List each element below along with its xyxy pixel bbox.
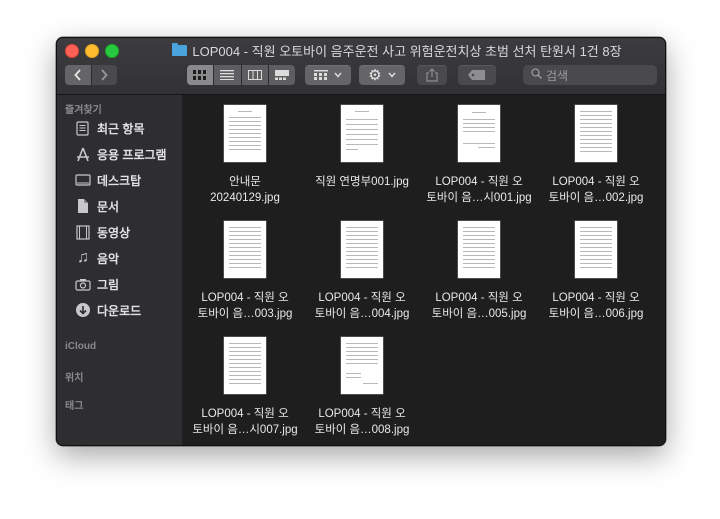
folder-icon xyxy=(172,42,188,56)
chevron-right-icon xyxy=(101,69,108,81)
apps-icon xyxy=(75,146,91,162)
view-mode-switcher xyxy=(187,65,295,85)
sidebar-item-downloads[interactable]: 다운로드 xyxy=(75,300,141,320)
column-view-button[interactable] xyxy=(241,65,269,85)
action-menu-button[interactable]: ⚙ xyxy=(359,65,405,85)
file-item[interactable]: 안내문 20240129.jpg xyxy=(187,105,303,206)
grid-icon xyxy=(193,70,207,80)
search-icon xyxy=(531,68,542,82)
chevron-down-icon xyxy=(388,72,396,78)
finder-window: LOP004 - 직원 오토바이 음주운전 사고 위험운전치상 초범 선처 탄원… xyxy=(56,37,666,446)
file-item[interactable]: LOP004 - 직원 오 토바이 음…008.jpg xyxy=(304,337,420,438)
sidebar-item-label: 데스크탑 xyxy=(97,173,142,188)
group-by-button[interactable] xyxy=(305,65,351,85)
search-placeholder: 검색 xyxy=(546,68,569,83)
columns-icon xyxy=(247,70,262,80)
file-item[interactable]: LOP004 - 직원 오 토바이 음…003.jpg xyxy=(187,221,303,322)
sidebar-item-label: 그림 xyxy=(97,277,120,292)
chevron-left-icon xyxy=(74,69,81,81)
file-name: LOP004 - 직원 오 토바이 음…005.jpg xyxy=(431,292,527,320)
close-button[interactable] xyxy=(65,44,79,58)
minimize-button[interactable] xyxy=(85,44,99,58)
icon-view-button[interactable] xyxy=(187,65,215,85)
tag-icon xyxy=(468,70,485,80)
file-name: LOP004 - 직원 오 토바이 음…006.jpg xyxy=(548,292,644,320)
tags-header[interactable]: 태그 xyxy=(65,397,83,412)
file-thumbnail xyxy=(341,337,383,394)
download-icon xyxy=(75,302,91,318)
list-view-button[interactable] xyxy=(214,65,242,85)
sidebar-item-desktop[interactable]: 데스크탑 xyxy=(75,170,141,190)
sidebar-item-documents[interactable]: 문서 xyxy=(75,196,119,216)
desktop-icon xyxy=(75,172,91,188)
file-name: LOP004 - 직원 오 토바이 음…003.jpg xyxy=(197,292,293,320)
group-grid-icon xyxy=(314,70,328,80)
file-thumbnail xyxy=(458,221,500,278)
back-button[interactable] xyxy=(65,65,92,85)
file-item[interactable]: 직원 연명부001.jpg xyxy=(304,105,420,190)
file-thumbnail xyxy=(224,221,266,278)
file-item[interactable]: LOP004 - 직원 오 토바이 음…005.jpg xyxy=(421,221,537,322)
file-item[interactable]: LOP004 - 직원 오 토바이 음…002.jpg xyxy=(538,105,654,206)
tags-button[interactable] xyxy=(458,65,496,85)
file-thumbnail xyxy=(224,105,266,162)
sidebar-item-movies[interactable]: 동영상 xyxy=(75,222,130,242)
music-note-icon: ♫ xyxy=(77,249,89,266)
window-title-area: LOP004 - 직원 오토바이 음주운전 사고 위험운전치상 초범 선처 탄원… xyxy=(137,41,657,59)
file-item[interactable]: LOP004 - 직원 오 토바이 음…004.jpg xyxy=(304,221,420,322)
file-name: LOP004 - 직원 오 토바이 음…002.jpg xyxy=(548,176,644,204)
film-icon xyxy=(75,224,91,240)
file-grid: 안내문 20240129.jpg 직원 연명부001.jpg LOP004 - 직… xyxy=(182,95,665,445)
gear-icon: ⚙ xyxy=(368,66,382,84)
gallery-view-button[interactable] xyxy=(268,65,295,85)
sidebar-item-label: 응용 프로그램 xyxy=(97,147,167,162)
list-icon xyxy=(220,70,235,80)
file-thumbnail xyxy=(341,105,383,162)
document-icon xyxy=(75,198,91,214)
window-title: LOP004 - 직원 오토바이 음주운전 사고 위험운전치상 초범 선처 탄원… xyxy=(192,43,622,59)
sidebar-item-label: 음악 xyxy=(97,251,120,266)
icloud-header[interactable]: iCloud xyxy=(65,341,96,352)
sidebar-item-recents[interactable]: 최근 항목 xyxy=(75,118,145,138)
file-thumbnail xyxy=(341,221,383,278)
locations-header[interactable]: 위치 xyxy=(65,369,83,384)
clock-doc-icon xyxy=(75,120,91,136)
file-item[interactable]: LOP004 - 직원 오 토바이 음…시001.jpg xyxy=(421,105,537,206)
file-item[interactable]: LOP004 - 직원 오 토바이 음…006.jpg xyxy=(538,221,654,322)
file-thumbnail xyxy=(458,105,500,162)
camera-icon xyxy=(75,276,91,292)
navigation-buttons xyxy=(65,65,117,85)
sidebar-item-label: 문서 xyxy=(97,199,120,214)
favorites-header: 즐겨찾기 xyxy=(65,105,102,116)
gallery-icon xyxy=(274,70,289,80)
forward-button[interactable] xyxy=(91,65,117,85)
sidebar: 즐겨찾기 최근 항목 응용 프로그램 데스크탑 문서 동영상 ♫ 음악 그림 다… xyxy=(57,95,182,445)
file-name: LOP004 - 직원 오 토바이 음…시007.jpg xyxy=(192,408,298,436)
maximize-button[interactable] xyxy=(105,44,119,58)
share-button[interactable] xyxy=(417,65,447,85)
file-thumbnail xyxy=(575,105,617,162)
chevron-down-icon xyxy=(334,72,342,78)
file-thumbnail xyxy=(224,337,266,394)
file-name: LOP004 - 직원 오 토바이 음…008.jpg xyxy=(314,408,410,436)
sidebar-item-label: 다운로드 xyxy=(97,303,142,318)
sidebar-item-label: 동영상 xyxy=(97,225,131,240)
search-field[interactable]: 검색 xyxy=(523,65,657,85)
title-bar[interactable]: LOP004 - 직원 오토바이 음주운전 사고 위험운전치상 초범 선처 탄원… xyxy=(57,38,665,95)
share-icon xyxy=(426,68,438,82)
file-item[interactable]: LOP004 - 직원 오 토바이 음…시007.jpg xyxy=(187,337,303,438)
sidebar-item-applications[interactable]: 응용 프로그램 xyxy=(75,144,167,164)
sidebar-item-music[interactable]: ♫ 음악 xyxy=(75,248,119,268)
file-name: 안내문 20240129.jpg xyxy=(210,176,280,204)
file-name: 직원 연명부001.jpg xyxy=(315,176,409,188)
file-name: LOP004 - 직원 오 토바이 음…004.jpg xyxy=(314,292,410,320)
file-thumbnail xyxy=(575,221,617,278)
sidebar-item-label: 최근 항목 xyxy=(97,121,145,136)
sidebar-item-pictures[interactable]: 그림 xyxy=(75,274,119,294)
file-name: LOP004 - 직원 오 토바이 음…시001.jpg xyxy=(426,176,532,204)
